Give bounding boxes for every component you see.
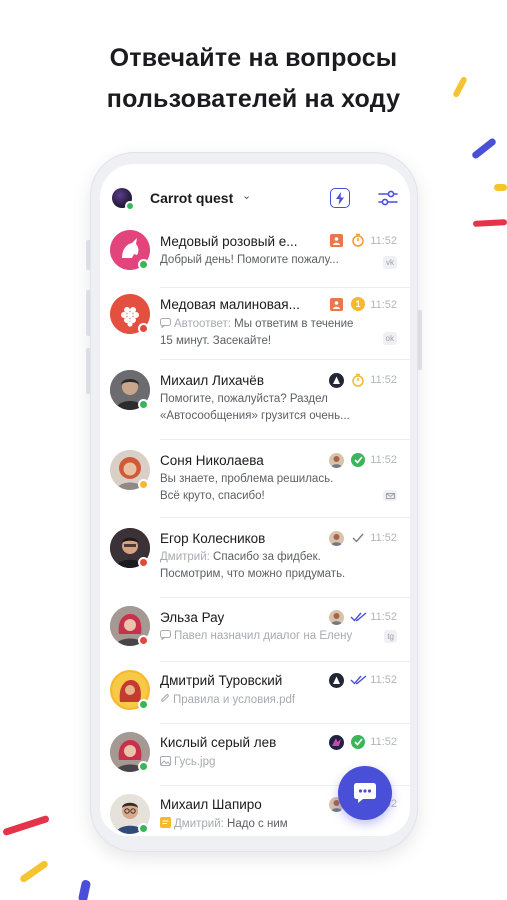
operator-avatar (329, 673, 344, 688)
message-prefix: Дмитрий: (160, 551, 210, 563)
status-busy-dot (138, 557, 149, 568)
autoresponse-icon (160, 317, 171, 329)
paperclip-icon (160, 693, 170, 704)
system-message-icon (160, 629, 171, 641)
message-time: 11:52 (370, 299, 397, 311)
app-screen: Carrot quest ⌄ Медовый розовый е... 11:5… (100, 164, 410, 836)
message-preview: Дмитрий: Спасибо за фидбек. Посмотрим, ч… (160, 549, 356, 583)
message-preview-text: Добрый день! Помогите пожалу... (160, 254, 339, 266)
conversation-row[interactable]: Михаил Лихачёв 11:52 Помогите, пожалуйст… (100, 360, 410, 440)
contact-name: Михаил Шапиро (160, 797, 262, 812)
channel-ok-icon: ok (382, 332, 397, 345)
message-preview: Павел назначил диалог на Елену (160, 628, 366, 645)
conversation-row[interactable]: Соня Николаева 11:52 Вы знаете, проблема… (100, 440, 410, 518)
status-online-dot (138, 823, 149, 834)
message-preview-text: Гусь.jpg (174, 756, 216, 768)
status-busy-dot (138, 635, 149, 646)
contact-name: Медовая малиновая... (160, 297, 300, 312)
message-preview-text: Правила и условия.pdf (173, 694, 296, 706)
contact-name: Михаил Лихачёв (160, 373, 264, 388)
confetti-red-1 (472, 219, 507, 227)
message-preview: Гусь.jpg (160, 754, 356, 771)
channel-email-icon (383, 490, 397, 501)
contact-name: Эльза Рау (160, 610, 225, 625)
status-away-dot (138, 479, 149, 490)
contact-name: Медовый розовый е... (160, 234, 298, 249)
message-prefix: Автоответ: (174, 318, 231, 330)
confetti-yellow-3 (18, 859, 50, 884)
operator-avatar (329, 531, 344, 546)
operator-avatar (329, 610, 344, 625)
headline-line-2: пользователей на ходу (106, 85, 401, 113)
operator-avatar (329, 453, 344, 468)
confetti-blue-2 (77, 879, 92, 900)
message-preview: Вы знаете, проблема решилась. Всё круто,… (160, 473, 334, 502)
operator-avatar (329, 373, 344, 388)
status-online-dot (138, 761, 149, 772)
lightning-icon[interactable] (330, 188, 350, 208)
conversation-row[interactable]: Дмитрий Туровский 11:52 Правила и услови… (100, 662, 410, 724)
message-preview: Правила и условия.pdf (160, 692, 356, 709)
assignee-badge-icon (330, 298, 343, 311)
confetti-red-2 (2, 814, 50, 837)
contact-name: Дмитрий Туровский (160, 673, 283, 688)
sent-check-icon (351, 532, 365, 544)
headline-line-1: Отвечайте на вопросы (109, 44, 398, 72)
status-online-dot (138, 699, 149, 710)
conversation-row[interactable]: Эльза Рау 11:52 Павел назначил диалог на… (100, 598, 410, 662)
message-time: 11:52 (370, 611, 397, 623)
message-preview-text: Павел назначил диалог на Елену (174, 630, 353, 642)
contact-name: Егор Колесников (160, 531, 266, 546)
conversation-row[interactable]: Медовый розовый е... 11:52 Добрый день! … (100, 226, 410, 288)
note-icon (160, 817, 171, 828)
channel-telegram-icon: tg (384, 630, 397, 643)
chat-bubble-icon (352, 781, 378, 805)
message-time: 11:52 (370, 736, 397, 748)
message-prefix: Дмитрий: (174, 818, 224, 830)
resolved-check-icon (351, 453, 365, 467)
new-chat-button[interactable] (338, 766, 392, 820)
message-time: 11:52 (370, 374, 397, 386)
channel-vk-icon: vk (383, 256, 397, 269)
operator-avatar (329, 735, 344, 750)
message-time: 11:52 (370, 454, 397, 466)
unread-count-badge: 1 (351, 297, 365, 311)
message-time: 11:52 (370, 235, 397, 247)
timer-icon (351, 373, 365, 387)
message-preview-text: Надо с ним (227, 818, 288, 830)
status-online-dot (138, 399, 149, 410)
confetti-blue-1 (470, 137, 498, 160)
read-double-check-icon (349, 674, 367, 686)
conversation-row[interactable]: Егор Колесников 11:52 Дмитрий: Спасибо з… (100, 518, 410, 598)
message-preview: Помогите, пожалуйста? Раздел «Автосообще… (160, 393, 350, 422)
read-double-check-icon (349, 611, 367, 623)
online-status-dot (125, 201, 135, 211)
confetti-yellow-2 (494, 184, 507, 191)
message-preview: Дмитрий: Надо с ним (160, 816, 356, 833)
workspace-name[interactable]: Carrot quest (150, 190, 233, 206)
filter-sliders-icon[interactable] (378, 189, 398, 207)
timer-icon (351, 233, 365, 247)
conversation-row[interactable]: Медовая малиновая... 1 11:52 Автоответ: … (100, 288, 410, 360)
chevron-down-icon[interactable]: ⌄ (242, 189, 251, 202)
promo-stage: Отвечайте на вопросы пользователей на хо… (0, 0, 507, 900)
status-busy-dot (138, 323, 149, 334)
message-preview: Автоответ: Мы ответим в течение 15 минут… (160, 316, 356, 350)
assignee-badge-icon (330, 234, 343, 247)
message-time: 11:52 (370, 532, 397, 544)
top-bar: Carrot quest ⌄ (100, 164, 410, 226)
workspace-avatar[interactable] (112, 188, 135, 211)
status-online-dot (138, 259, 149, 270)
contact-name: Соня Николаева (160, 453, 264, 468)
promo-headline: Отвечайте на вопросы пользователей на хо… (0, 38, 507, 120)
message-preview: Добрый день! Помогите пожалу... (160, 252, 356, 269)
resolved-check-icon (351, 735, 365, 749)
message-time: 11:52 (370, 674, 397, 686)
contact-name: Кислый серый лев (160, 735, 277, 750)
image-file-icon (160, 755, 171, 766)
